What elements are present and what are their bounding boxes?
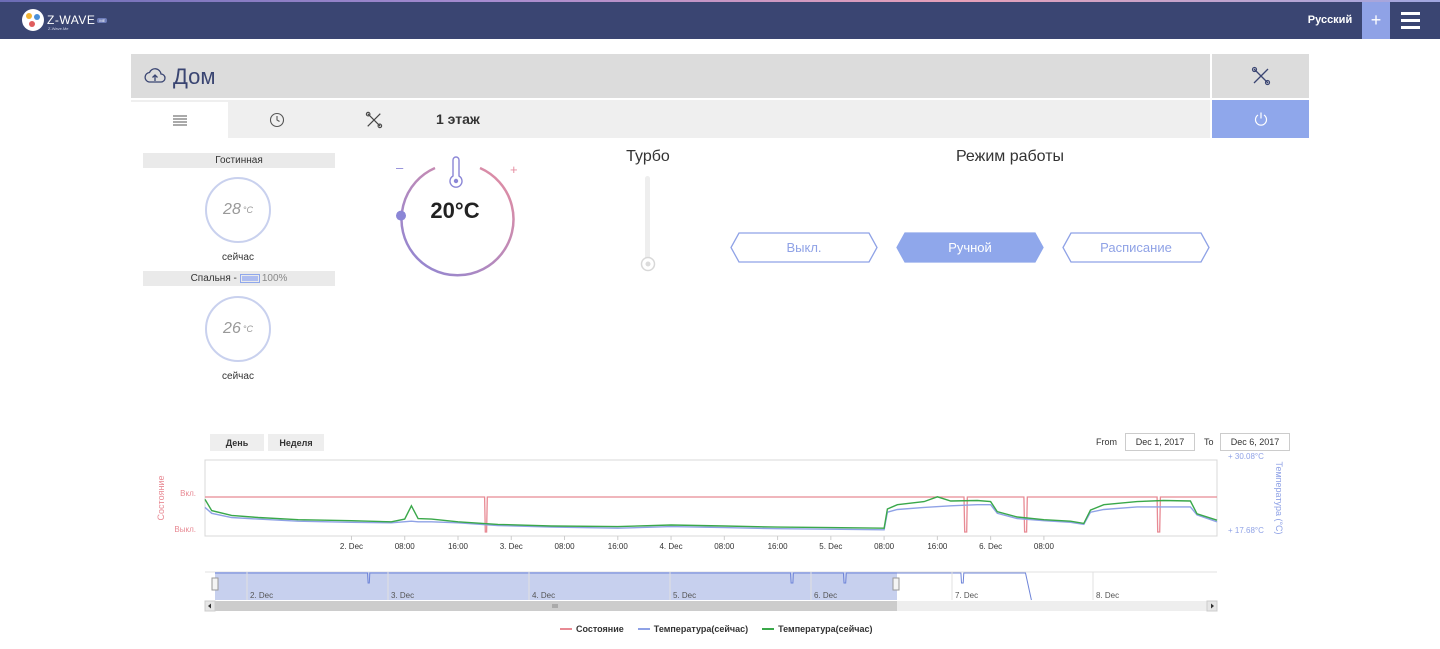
navigator-scrollbar-thumb[interactable] [215,601,897,611]
battery-level: 100% [261,273,288,284]
x-axis-tick-label: 08:00 [395,542,416,551]
navigator-tick-label: 2. Dec [250,591,273,600]
range-week-button[interactable]: Неделя [268,434,324,451]
logo-subtitle: Z-Wave.Me [48,26,69,31]
floor-title: 1 этаж [436,111,480,127]
x-axis-tick-label: 4. Dec [659,542,682,551]
room-name: Спальня - [190,273,237,284]
room-temp-value: 28 [223,201,241,218]
room-label-living: Гостинная [143,153,335,168]
from-date-input[interactable]: Dec 1, 2017 [1125,433,1195,451]
zwave-logo[interactable]: Z-WAVE ME Z-Wave.Me [22,9,108,31]
left-axis-label: Состояние [156,476,166,521]
add-button[interactable]: + [1362,2,1390,39]
x-axis-tick-label: 08:00 [555,542,576,551]
logo-badge: ME [97,17,108,23]
mode-label: Режим работы [955,148,1065,165]
legend-label: Температура(сейчас) [653,624,749,634]
navigator-tick-label: 5. Dec [673,591,696,600]
mode-option-label: Выкл. [786,240,822,255]
x-axis-tick-label: 6. Dec [979,542,1002,551]
mode-option-label: Расписание [1100,240,1172,255]
x-axis-tick-label: 2. Dec [340,542,363,551]
top-bar: Z-WAVE ME Z-Wave.Me Русский + [0,0,1440,39]
room-temp-unit: °C [242,205,253,215]
right-axis-label: Температура (°C) [1274,461,1284,534]
list-icon [172,115,187,126]
legend-item-temp-blue[interactable]: Температура(сейчас) [637,624,749,634]
range-day-button[interactable]: День [210,434,264,451]
thermostat-minus[interactable]: – [396,160,404,175]
cloud-upload-icon [144,68,166,83]
right-axis-min-label: + 17.68°C [1228,526,1264,535]
x-axis-tick-label: 16:00 [448,542,469,551]
x-axis-tick-label: 16:00 [768,542,789,551]
x-axis-tick-label: 08:00 [714,542,735,551]
left-axis-tick-off: Выкл. [174,525,196,534]
room-temp-unit: °C [242,324,253,334]
legend-label: Температура(сейчас) [778,624,873,634]
room-temp-bedroom[interactable]: 26 °C [205,296,271,362]
from-label: From [1096,437,1117,447]
thermostat-value: 20°C [430,198,480,223]
turbo-label: Турбо [626,148,670,165]
navigator-tick-label: 3. Dec [391,591,414,600]
battery-icon [239,274,260,283]
navigator-tick-label: 8. Dec [1096,591,1119,600]
x-axis-tick-label: 3. Dec [500,542,523,551]
room-temp-living[interactable]: 28 °C [205,177,271,243]
mode-option-label: Ручной [948,240,992,255]
mode-schedule-button[interactable]: Расписание [1061,232,1211,263]
clock-icon [269,112,284,128]
top-accent-stripe [0,0,1440,2]
room-now-label: сейчас [222,371,254,382]
legend-item-state[interactable]: Состояние [560,624,624,634]
navigator-left-handle[interactable] [211,577,219,591]
chart-legend: Состояние Температура(сейчас) Температур… [560,624,872,634]
legend-label: Состояние [576,624,624,634]
x-axis-tick-label: 16:00 [927,542,948,551]
x-axis-tick-label: 08:00 [874,542,895,551]
plot-area [204,459,1218,537]
temperature-chart[interactable]: 2. Dec 08:00 16:00 3. Dec 08:00 16:00 4. Dec 08… [150,452,1290,618]
tab-bar: 1 этаж [131,100,1210,138]
tab-settings[interactable] [325,102,422,138]
tools-icon [1251,66,1270,86]
thermostat-plus[interactable]: + [510,162,518,177]
navigator-tick-label: 4. Dec [532,591,555,600]
x-axis-tick-label: 16:00 [608,542,629,551]
page-title: Дом [173,64,216,89]
mode-manual-button[interactable]: Ручной [895,232,1045,263]
hamburger-menu-icon[interactable] [1392,2,1428,39]
power-button[interactable] [1212,100,1309,138]
navigator-right-handle[interactable] [892,577,900,591]
navigator-selection[interactable] [215,572,897,600]
logo-text: Z-WAVE [47,13,96,27]
navigator-tick-label: 6. Dec [814,591,837,600]
right-axis-max-label: + 30.08°C [1228,452,1264,461]
header-settings-button[interactable] [1212,54,1309,98]
thermometer-icon [449,156,463,188]
legend-item-temp-green[interactable]: Температура(сейчас) [762,624,872,634]
tab-schedule[interactable] [228,102,325,138]
to-date-input[interactable]: Dec 6, 2017 [1220,433,1290,451]
mode-off-button[interactable]: Выкл. [729,232,879,263]
page-header: Дом [131,54,1210,98]
navigator-tick-label: 7. Dec [955,591,978,600]
left-axis-tick-on: Вкл. [180,489,196,498]
room-label-bedroom: Спальня - 100% [143,271,335,286]
room-now-label: сейчас [222,252,254,263]
x-axis-tick-label: 08:00 [1034,542,1055,551]
chart-navigator[interactable]: 2. Dec 3. Dec 4. Dec 5. Dec 6. Dec 7. Dec 8. D… [204,571,1218,612]
logo-icon [22,9,44,31]
tab-list[interactable] [131,102,228,138]
x-axis-tick-label: 5. Dec [819,542,842,551]
language-selector[interactable]: Русский [1300,0,1360,39]
tools-icon [365,111,382,129]
to-label: To [1204,437,1214,447]
room-temp-value: 26 [223,320,241,337]
turbo-slider[interactable] [640,176,656,272]
power-icon [1254,112,1267,126]
